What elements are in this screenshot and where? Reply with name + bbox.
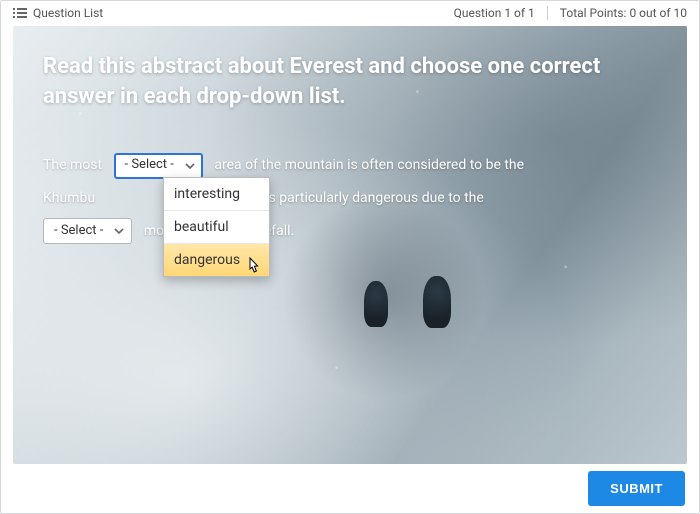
dropdown-option[interactable]: interesting [164, 178, 269, 210]
question-counter: Question 1 of 1 [454, 6, 535, 20]
text-fragment: area of the mountain is often considered… [214, 157, 524, 173]
dropdown-option[interactable]: dangerous [164, 243, 269, 276]
list-icon [13, 7, 27, 19]
question-background: Read this abstract about Everest and cho… [13, 26, 687, 464]
question-title: Read this abstract about Everest and cho… [43, 52, 657, 111]
divider [547, 6, 548, 20]
text-fragment: Khumbu [43, 190, 95, 206]
dropdown-value: - Select - [125, 151, 174, 180]
background-figure [423, 276, 451, 328]
dropdown-option[interactable]: beautiful [164, 210, 269, 243]
top-bar: Question List Question 1 of 1 Total Poin… [1, 1, 699, 26]
question-body: The most - Select - area of the mountain… [43, 150, 657, 246]
dropdown-value: - Select - [54, 217, 103, 246]
dropdown-option-label: dangerous [174, 252, 240, 268]
chevron-down-icon [113, 225, 125, 237]
dropdown-options-list: interesting beautiful dangerous [163, 177, 270, 277]
background-figure [364, 281, 388, 327]
text-fragment: The most [43, 157, 102, 173]
chevron-down-icon [184, 160, 196, 172]
submit-button[interactable]: SUBMIT [588, 471, 685, 506]
dropdown-3[interactable]: - Select - [43, 218, 132, 244]
question-list-label: Question List [33, 6, 103, 20]
question-list-link[interactable]: Question List [13, 6, 103, 20]
quiz-panel: Question List Question 1 of 1 Total Poin… [0, 0, 700, 514]
cursor-pointer-icon [244, 256, 262, 278]
dropdown-1[interactable]: - Select - [114, 153, 203, 179]
footer-bar: SUBMIT [1, 464, 699, 513]
points-label: Total Points: 0 out of 10 [560, 6, 687, 20]
